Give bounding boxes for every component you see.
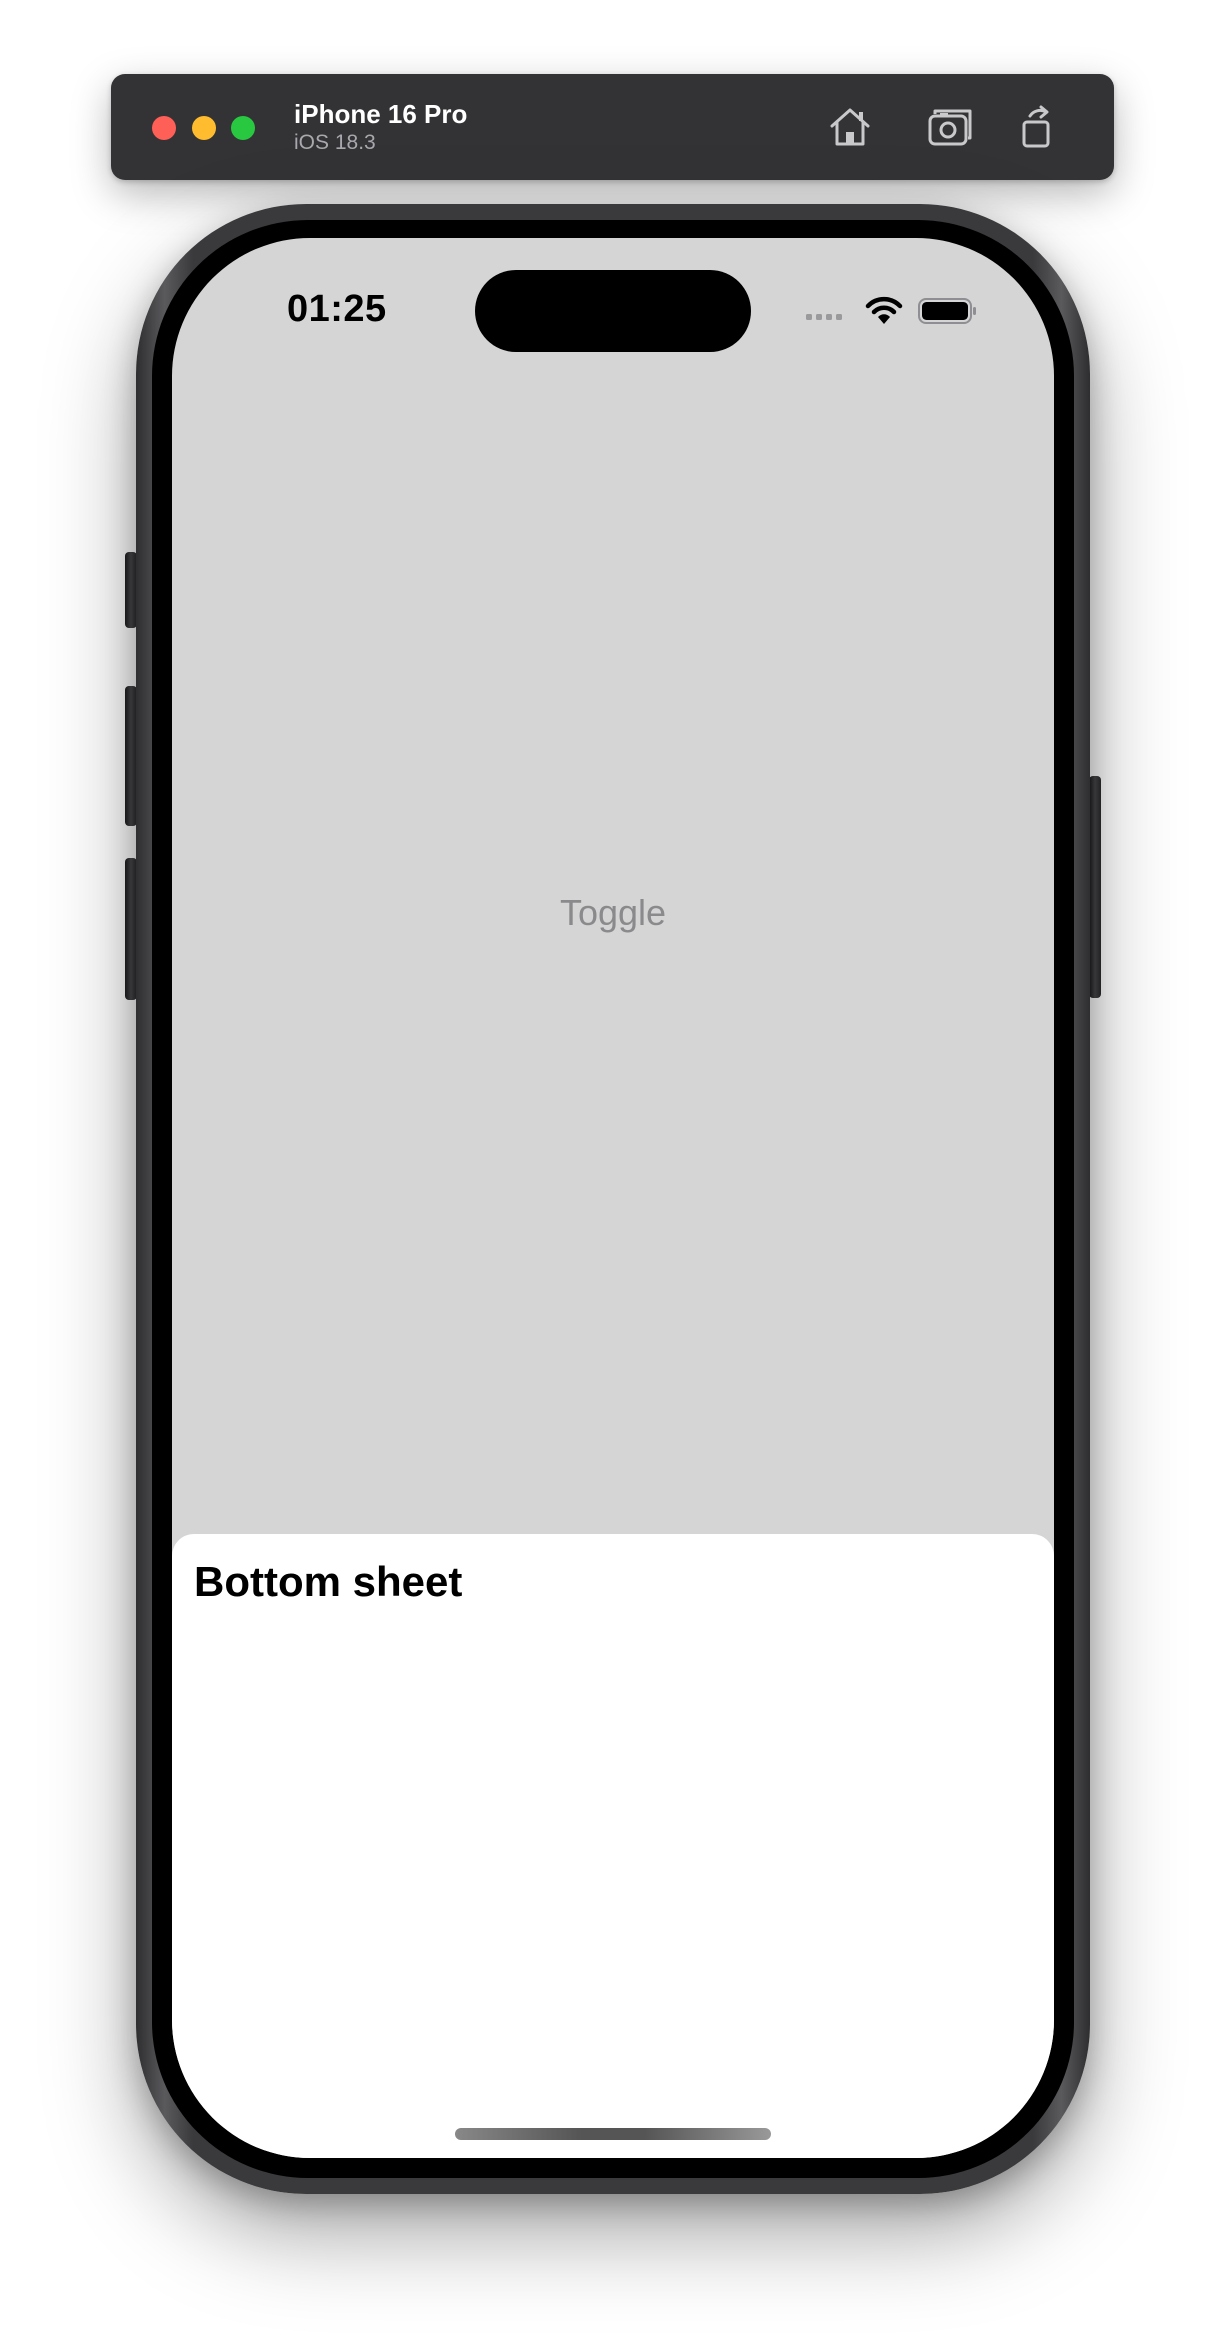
window-zoom-button[interactable]	[231, 116, 255, 140]
status-time: 01:25	[287, 288, 387, 330]
toggle-button[interactable]: Toggle	[172, 892, 1054, 934]
power-button	[1089, 776, 1101, 998]
dynamic-island	[475, 270, 751, 352]
status-icons	[804, 294, 984, 328]
home-indicator[interactable]	[455, 2128, 771, 2140]
home-icon[interactable]	[826, 104, 874, 150]
bottom-sheet-title: Bottom sheet	[194, 1558, 463, 1605]
phone-screen: 01:25 Toggle Bottom sheet	[172, 238, 1054, 2158]
bottom-sheet[interactable]: Bottom sheet	[172, 1534, 1054, 2158]
rotate-icon[interactable]	[1016, 104, 1064, 150]
simulator-window: iPhone 16 Pro iOS 18.3 01:25 Toggle Bott…	[0, 0, 1226, 2346]
device-name: iPhone 16 Pro	[294, 99, 468, 129]
cellular-signal-icon	[806, 314, 842, 320]
screenshot-icon[interactable]	[926, 104, 974, 150]
wifi-icon	[865, 296, 903, 324]
window-close-button[interactable]	[152, 116, 176, 140]
battery-icon	[918, 298, 976, 324]
window-minimize-button[interactable]	[192, 116, 216, 140]
os-version: iOS 18.3	[294, 131, 376, 154]
